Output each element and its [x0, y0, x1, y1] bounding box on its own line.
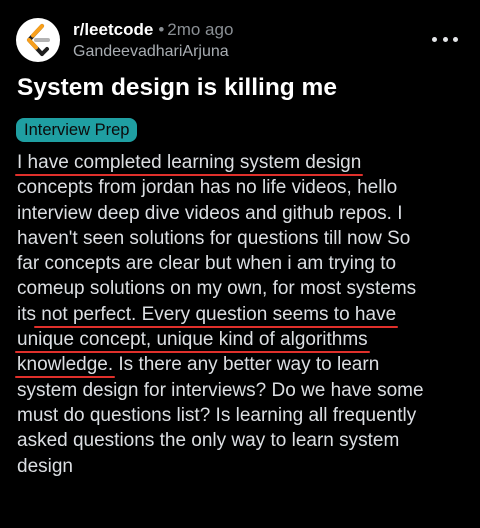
- body-line: concepts from jordan has no life videos,…: [17, 175, 477, 200]
- body-line: far concepts are clear but when i am try…: [17, 251, 477, 276]
- body-line: haven't seen solutions for questions til…: [17, 226, 477, 251]
- body-line: asked questions the only way to learn sy…: [17, 428, 477, 453]
- body-line: unique concept, unique kind of algorithm…: [17, 327, 477, 352]
- body-line: comeup solutions on my own, for most sys…: [17, 276, 477, 301]
- body-text: Is there any better way to learn: [113, 354, 380, 376]
- post-time: 2mo ago: [167, 20, 234, 39]
- body-text: haven't seen solutions for questions til…: [17, 227, 411, 249]
- body-line: its not perfect. Every question seems to…: [17, 302, 477, 327]
- underlined-text: not perfect. Every question seems to hav…: [36, 303, 397, 325]
- body-text: asked questions the only way to learn sy…: [17, 430, 400, 452]
- body-text: must do questions list? Is learning all …: [17, 404, 417, 426]
- underlined-text: I have completed learning system design: [17, 152, 362, 173]
- body-text: concepts from jordan has no life videos,…: [17, 177, 398, 199]
- post-body: I have completed learning system design …: [17, 150, 477, 479]
- body-line: system design for interviews? Do we have…: [17, 378, 477, 403]
- post-header: r/leetcode • 2mo ago GandeevadhariArjuna: [16, 14, 480, 66]
- more-dot: [453, 36, 458, 42]
- body-text: design: [17, 455, 73, 477]
- body-text: its: [17, 303, 36, 325]
- leetcode-logo-icon: [27, 24, 50, 56]
- more-options-icon[interactable]: [432, 35, 458, 43]
- body-line: interview deep dive videos and github re…: [17, 201, 477, 226]
- subreddit-line: r/leetcode • 2mo ago: [73, 20, 233, 40]
- more-dot: [432, 36, 437, 42]
- subreddit-name[interactable]: r/leetcode: [73, 20, 153, 39]
- underlined-text: unique concept, unique kind of algorithm…: [17, 329, 368, 351]
- post-title: System design is killing me: [17, 74, 337, 101]
- body-text: comeup solutions on my own, for most sys…: [17, 278, 417, 300]
- body-line: I have completed learning system design: [17, 150, 477, 175]
- body-text: interview deep dive videos and github re…: [17, 202, 403, 224]
- body-line: must do questions list? Is learning all …: [17, 403, 477, 428]
- underlined-text: knowledge.: [17, 354, 114, 376]
- author-name[interactable]: GandeevadhariArjuna: [73, 42, 233, 62]
- body-line: design: [17, 454, 477, 479]
- body-text: far concepts are clear but when i am try…: [17, 253, 397, 275]
- subreddit-avatar[interactable]: [16, 18, 60, 62]
- body-text: system design for interviews? Do we have…: [17, 379, 424, 401]
- post-meta: r/leetcode • 2mo ago GandeevadhariArjuna: [73, 20, 233, 62]
- more-dot: [442, 36, 448, 42]
- body-line: knowledge. Is there any better way to le…: [17, 352, 477, 377]
- separator-dot: •: [158, 20, 165, 39]
- post-flair[interactable]: Interview Prep: [16, 118, 138, 142]
